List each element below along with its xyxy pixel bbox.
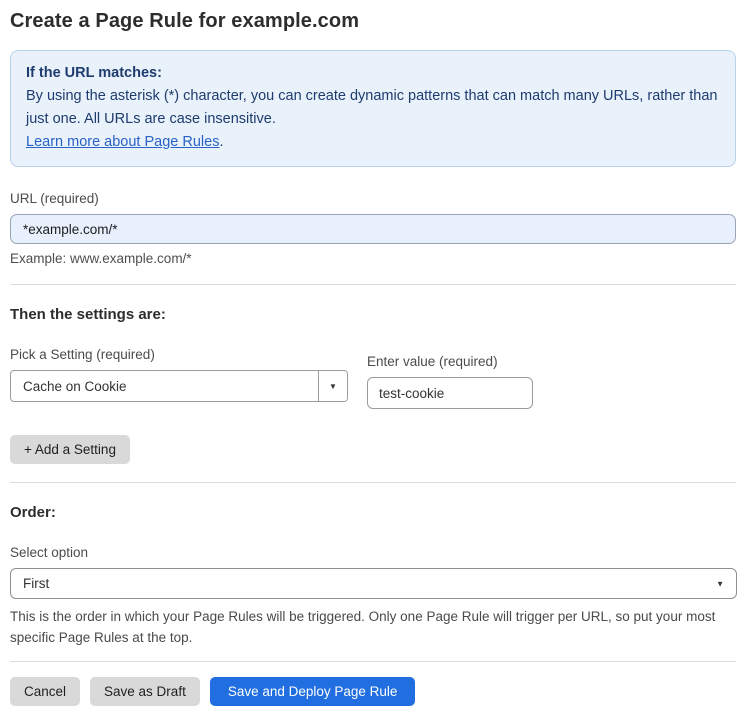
order-select[interactable]: First ▼ (10, 568, 737, 599)
info-box-link-line: Learn more about Page Rules. (26, 131, 720, 154)
info-box-body: By using the asterisk (*) character, you… (26, 88, 718, 127)
settings-row: Pick a Setting (required) Cache on Cooki… (10, 323, 736, 409)
save-and-deploy-button[interactable]: Save and Deploy Page Rule (209, 677, 416, 706)
select-chevron-icon: ▼ (716, 579, 724, 588)
learn-more-link[interactable]: Learn more about Page Rules (26, 134, 219, 150)
order-section-heading: Order: (10, 504, 56, 521)
save-as-draft-button[interactable]: Save as Draft (90, 677, 200, 706)
setting-value-input[interactable] (367, 377, 533, 409)
setting-picker-column: Pick a Setting (required) Cache on Cooki… (10, 323, 348, 402)
order-select-value: First (23, 576, 50, 591)
settings-section-heading: Then the settings are: (10, 306, 166, 323)
page-rule-form: Create a Page Rule for example.com If th… (0, 0, 750, 706)
info-box-heading: If the URL matches: (26, 65, 162, 81)
setting-dropdown-arrow-button[interactable]: ▼ (318, 371, 347, 401)
url-matches-info-box: If the URL matches: By using the asteris… (10, 50, 736, 167)
link-period: . (219, 134, 224, 150)
page-title: Create a Page Rule for example.com (10, 10, 360, 32)
order-select-label: Select option (10, 545, 89, 560)
cancel-button[interactable]: Cancel (10, 677, 81, 706)
url-input[interactable] (10, 214, 736, 244)
divider-after-url (10, 284, 736, 285)
url-field-helper: Example: www.example.com/* (10, 251, 192, 266)
setting-value-label: Enter value (required) (367, 354, 498, 369)
order-helper-text: This is the order in which your Page Rul… (10, 609, 716, 645)
divider-after-settings (10, 482, 736, 483)
setting-dropdown[interactable]: Cache on Cookie ▼ (10, 370, 348, 402)
dropdown-arrow-icon: ▼ (329, 381, 337, 391)
setting-value-column: Enter value (required) (367, 323, 533, 409)
divider-before-footer (10, 661, 736, 662)
setting-dropdown-value: Cache on Cookie (23, 378, 127, 394)
add-setting-button[interactable]: + Add a Setting (10, 435, 130, 464)
footer-button-row: Cancel Save as Draft Save and Deploy Pag… (10, 677, 736, 706)
url-field-label: URL (required) (10, 191, 99, 206)
setting-picker-label: Pick a Setting (required) (10, 347, 155, 362)
